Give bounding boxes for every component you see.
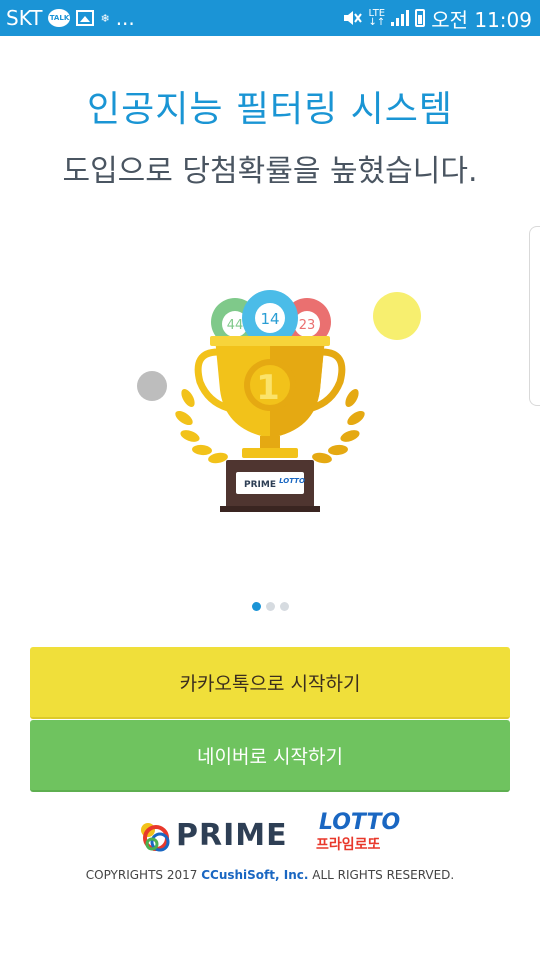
battery-charging-icon xyxy=(415,9,426,27)
logo-lotto: LOTTO xyxy=(319,810,401,835)
kakaotalk-icon: TALK xyxy=(48,9,71,27)
logo-prime: PRIME xyxy=(176,818,288,853)
status-right: LTE ↓↑ 오전 11:09 xyxy=(342,4,532,33)
lte-label: LTE xyxy=(368,8,386,19)
ball-right-number: 23 xyxy=(299,318,316,333)
copyright-suffix: ALL RIGHTS RESERVED. xyxy=(308,868,455,882)
more-notifications: ... xyxy=(115,6,135,30)
carrier-label: SKT xyxy=(6,6,43,30)
ball-center-number: 14 xyxy=(260,310,279,328)
trophy-rank: 1 xyxy=(256,368,280,408)
copyright-prefix: COPYRIGHTS 2017 xyxy=(85,868,202,882)
plaque-lotto: LOTTO xyxy=(279,477,305,485)
logo-korean: 프라임로또 xyxy=(316,837,381,853)
trophy-illustration: 44 23 14 1 PRIME LOTTO xyxy=(137,290,421,512)
page-dot-2[interactable] xyxy=(265,602,275,611)
signal-icon xyxy=(391,10,410,26)
page-dot-3[interactable] xyxy=(279,602,289,611)
laurel-right xyxy=(312,388,365,464)
clock: 오전 11:09 xyxy=(431,7,532,32)
yellow-dot-decoration xyxy=(373,292,421,340)
ball-left-number: 44 xyxy=(227,318,244,333)
page-indicator xyxy=(0,602,540,611)
status-left: SKT TALK ❄ ... xyxy=(6,6,135,30)
lte-indicator: LTE ↓↑ xyxy=(368,8,386,28)
lotto-balls-logo-icon xyxy=(141,823,170,852)
naver-login-button[interactable]: 네이버로 시작하기 xyxy=(30,720,510,792)
image-icon xyxy=(76,10,95,26)
headline-title: 인공지능 필터링 시스템 xyxy=(86,89,454,130)
kakao-login-button[interactable]: 카카오톡으로 시작하기 xyxy=(30,647,510,719)
prime-lotto-logo: PRIME LOTTO 프라임로또 xyxy=(136,810,406,860)
talk-badge-text: TALK xyxy=(49,14,70,22)
copyright-footer: COPYRIGHTS 2017 CCushiSoft, Inc. ALL RIG… xyxy=(0,868,540,882)
edge-panel-handle[interactable] xyxy=(529,226,540,406)
gray-dot-decoration xyxy=(137,371,167,401)
laurel-left xyxy=(175,388,228,464)
notification-icon: ❄ xyxy=(100,11,110,25)
page-dot-1[interactable] xyxy=(251,602,261,611)
plaque-prime: PRIME xyxy=(244,480,276,490)
copyright-company: CCushiSoft, Inc. xyxy=(201,868,309,882)
status-bar: SKT TALK ❄ ... LTE ↓↑ 오전 11:09 xyxy=(0,0,540,36)
mute-icon xyxy=(344,11,363,25)
headline-subtitle: 도입으로 당첨확률을 높혔습니다. xyxy=(62,154,478,189)
